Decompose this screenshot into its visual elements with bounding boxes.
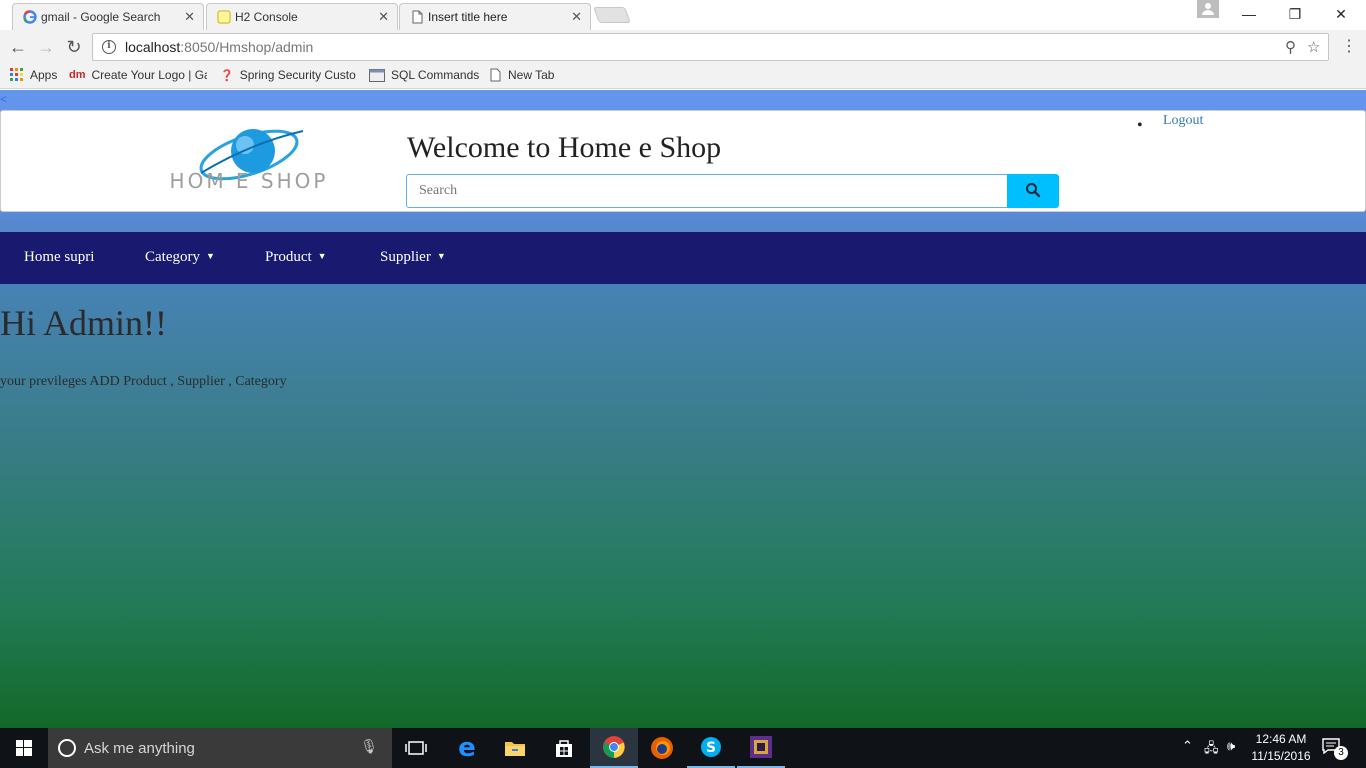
caret-down-icon: ▼ (436, 251, 446, 261)
task-view-icon[interactable] (392, 728, 440, 768)
spring-icon: ❓ (220, 69, 234, 82)
nav-label: Category (145, 249, 200, 265)
bookmark-label: SQL Commands (391, 68, 480, 82)
app-icon[interactable] (737, 728, 785, 768)
reload-icon[interactable]: ↻ (63, 36, 85, 58)
skype-icon[interactable]: S (687, 728, 735, 768)
nav-home[interactable]: Home supri (24, 249, 94, 266)
bullet: • (1137, 117, 1143, 134)
volume-icon[interactable]: 🕪 (1227, 739, 1235, 754)
cortana-search-box[interactable]: Ask me anything 🎙 (48, 728, 392, 768)
menu-dots-icon[interactable]: ⋮ (1341, 36, 1357, 56)
designmantic-icon: dm (69, 69, 86, 81)
close-icon[interactable]: ✕ (571, 9, 582, 25)
bookmark-sql-commands[interactable]: SQL Commands (369, 68, 479, 82)
privileges-text: your previleges ADD Product , Supplier ,… (0, 374, 287, 389)
nav-category[interactable]: Category ▼ (145, 249, 215, 266)
bookmarks-bar: Apps dm Create Your Logo | Ga ❓ Spring S… (0, 64, 1366, 89)
tab-label: gmail - Google Search (41, 10, 161, 24)
back-arrow-icon[interactable]: ← (7, 36, 29, 58)
chrome-icon[interactable] (590, 728, 638, 768)
search-button[interactable] (1007, 174, 1059, 208)
browser-toolbar: ← → ↻ i localhost:8050/Hmshop/admin ⚲ ☆ … (0, 30, 1366, 64)
url-host: localhost (125, 39, 181, 55)
url-path: :8050/Hmshop/admin (180, 39, 314, 55)
sql-icon (369, 68, 385, 82)
bookmark-new-tab[interactable]: New Tab (490, 68, 554, 82)
store-icon[interactable] (540, 728, 588, 768)
apps-grid-icon (10, 68, 23, 81)
network-icon[interactable]: 🖧 (1204, 739, 1219, 761)
minimize-icon[interactable]: — (1234, 4, 1264, 24)
close-icon[interactable]: ✕ (184, 9, 195, 25)
search-icon (1026, 182, 1041, 197)
info-icon[interactable]: i (102, 40, 116, 54)
close-window-icon[interactable]: ✕ (1326, 4, 1356, 24)
clock-date: 11/15/2016 (1251, 749, 1311, 763)
nav-supplier[interactable]: Supplier ▼ (380, 249, 446, 266)
site-header: HOM E SHOP Welcome to Home e Shop • Logo… (0, 110, 1366, 212)
search-input[interactable] (406, 174, 1008, 208)
back-link[interactable]: < (0, 92, 7, 107)
logo-text: HOM E SHOP (170, 169, 329, 193)
nav-label: Product (265, 249, 312, 265)
tab-strip: gmail - Google Search ✕ H2 Console ✕ Ins… (0, 0, 1366, 30)
address-bar[interactable]: i localhost:8050/Hmshop/admin ⚲ ☆ (92, 33, 1329, 61)
tab-label: Insert title here (428, 10, 508, 24)
chevron-up-icon[interactable]: ⌃ (1182, 739, 1193, 754)
bookmark-spring-security[interactable]: ❓ Spring Security Custo (220, 68, 356, 82)
bookmark-label: Apps (30, 68, 58, 82)
new-tab-button[interactable] (593, 7, 631, 23)
nav-product[interactable]: Product ▼ (265, 249, 327, 266)
page-content: < HOM E SHOP Welcome to Home e Shop • Lo… (0, 90, 1366, 728)
nav-label: Home supri (24, 249, 95, 265)
h2-icon (217, 10, 231, 24)
bookmark-create-logo[interactable]: dm Create Your Logo | Ga (69, 68, 207, 82)
file-explorer-icon[interactable] (491, 728, 539, 768)
bookmark-label: Create Your Logo | Ga (91, 68, 208, 82)
taskbar: Ask me anything 🎙 e S ⌃ 🖧 🕪 12:46 AM 11/… (0, 728, 1366, 768)
cortana-icon (58, 739, 76, 757)
profile-icon[interactable] (1197, 0, 1219, 18)
tab-gmail-search[interactable]: gmail - Google Search ✕ (12, 3, 204, 30)
bookmark-label: Spring Security Custo (239, 68, 356, 82)
edge-icon[interactable]: e (443, 728, 491, 768)
svg-text:S: S (706, 740, 716, 756)
welcome-heading: Welcome to Home e Shop (407, 131, 722, 164)
action-center-icon[interactable]: 3 (1322, 738, 1348, 760)
main-navbar: Home supri Category ▼ Product ▼ Supplier ▼ (0, 232, 1366, 284)
system-clock[interactable]: 12:46 AM 11/15/2016 (1244, 731, 1318, 765)
firefox-icon[interactable] (638, 728, 686, 768)
notification-count-badge: 3 (1334, 746, 1348, 760)
page-icon (412, 10, 423, 24)
bookmark-star-icon[interactable]: ☆ (1307, 38, 1320, 56)
bookmark-label: New Tab (508, 68, 555, 82)
google-icon (23, 10, 37, 24)
cortana-placeholder: Ask me anything (84, 740, 195, 757)
clock-time: 12:46 AM (1255, 732, 1307, 746)
tab-label: H2 Console (235, 10, 298, 24)
close-icon[interactable]: ✕ (378, 9, 389, 25)
caret-down-icon: ▼ (205, 251, 215, 261)
microphone-icon[interactable]: 🎙 (360, 738, 378, 755)
tab-insert-title[interactable]: Insert title here ✕ (399, 3, 591, 30)
bookmark-apps[interactable]: Apps (10, 68, 57, 82)
page-icon (490, 68, 501, 82)
restore-icon[interactable]: ❐ (1280, 4, 1310, 24)
nav-label: Supplier (380, 249, 431, 265)
forward-arrow-icon[interactable]: → (35, 36, 57, 58)
home-e-shop-logo[interactable]: HOM E SHOP (131, 123, 367, 201)
logout-link[interactable]: Logout (1163, 113, 1203, 129)
caret-down-icon: ▼ (317, 251, 327, 261)
windows-start-icon[interactable] (0, 728, 48, 768)
key-icon[interactable]: ⚲ (1285, 38, 1296, 56)
tab-h2-console[interactable]: H2 Console ✕ (206, 3, 398, 30)
admin-greeting: Hi Admin!! (0, 303, 167, 343)
